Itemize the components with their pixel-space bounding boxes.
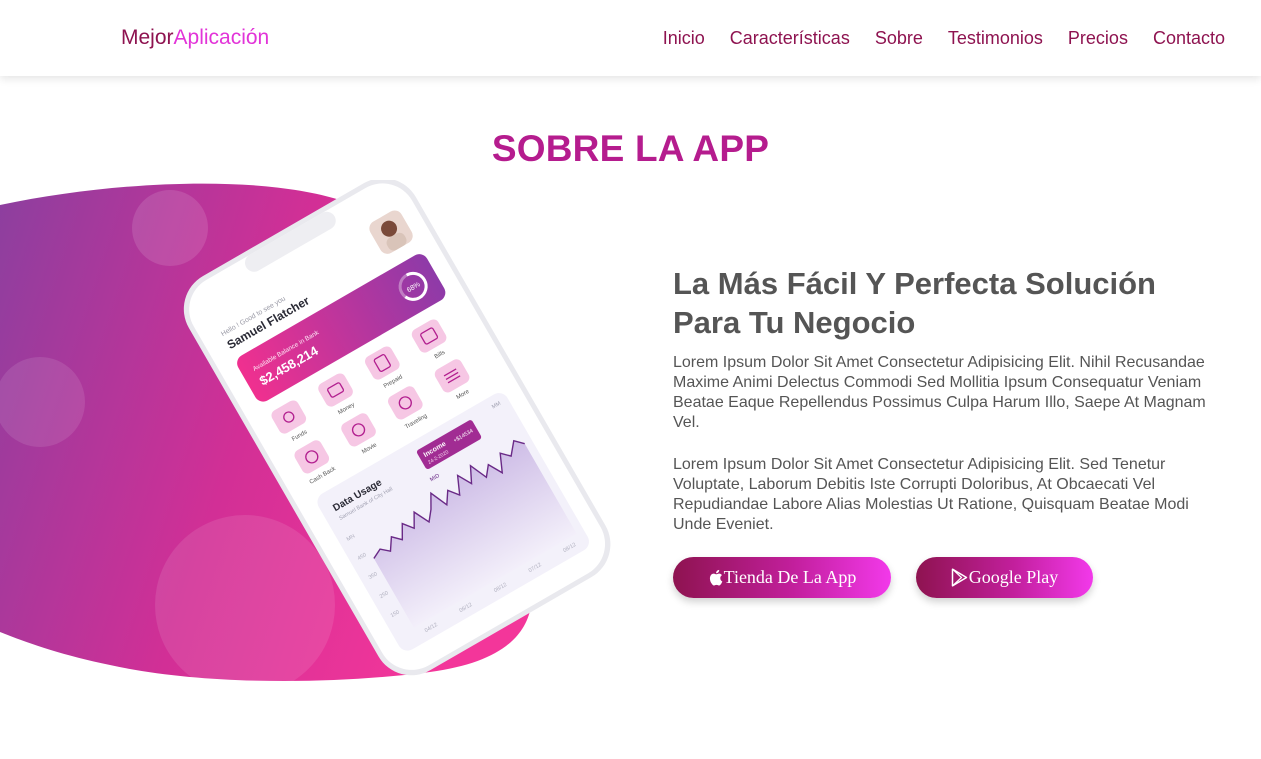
google-play-button[interactable]: Google Play	[916, 557, 1093, 598]
nav-link-inicio[interactable]: Inicio	[663, 27, 705, 49]
blob-circle	[155, 515, 335, 695]
apple-icon	[708, 569, 723, 586]
headline-line1: La Más Fácil Y Perfecta Solución	[673, 266, 1156, 301]
section-title: SOBRE LA APP	[491, 128, 770, 169]
about-content: La Más Fácil Y Perfecta Solución Para Tu…	[673, 264, 1228, 535]
blob-circle	[132, 190, 208, 266]
app-store-button[interactable]: Tienda De La App	[673, 557, 891, 598]
about-headline: La Más Fácil Y Perfecta Solución Para Tu…	[673, 264, 1228, 342]
phone-mockup-illustration: Hello ! Good to see you Samuel Flatcher …	[0, 178, 611, 695]
store-buttons: Tienda De La App Google Play	[673, 557, 1093, 598]
logo-part2: Aplicación	[173, 26, 270, 49]
app-store-label: Tienda De La App	[723, 567, 857, 587]
hero-illustration: Hello ! Good to see you Samuel Flatcher …	[0, 178, 660, 695]
site-header: MejorAplicación Inicio Características S…	[0, 0, 1261, 76]
google-play-label: Google Play	[968, 567, 1059, 587]
logo[interactable]: MejorAplicación	[121, 26, 269, 50]
about-paragraph-1: Lorem Ipsum Dolor Sit Amet Consectetur A…	[673, 354, 1206, 431]
headline-line2: Para Tu Negocio	[673, 305, 916, 340]
google-play-icon	[951, 568, 968, 587]
main-nav: Inicio Características Sobre Testimonios…	[638, 27, 1225, 49]
nav-link-testimonios[interactable]: Testimonios	[948, 27, 1043, 49]
nav-link-caracteristicas[interactable]: Características	[730, 27, 850, 49]
about-paragraph-2: Lorem Ipsum Dolor Sit Amet Consectetur A…	[673, 456, 1189, 533]
logo-part1: Mejor	[121, 26, 174, 49]
nav-link-precios[interactable]: Precios	[1068, 27, 1128, 49]
nav-link-sobre[interactable]: Sobre	[875, 27, 923, 49]
nav-link-contacto[interactable]: Contacto	[1153, 27, 1225, 49]
